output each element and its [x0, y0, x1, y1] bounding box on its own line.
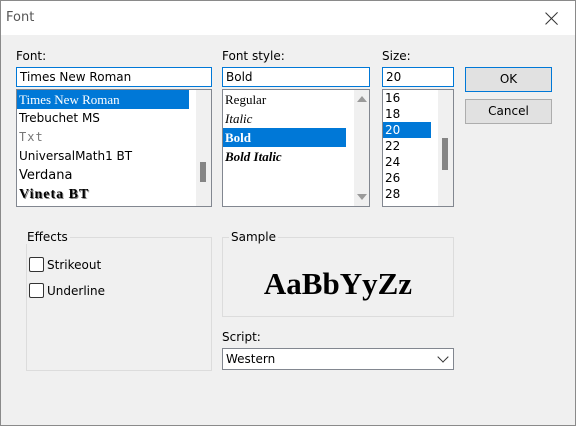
size-list-scrollbar[interactable] — [438, 90, 453, 206]
script-value: Western — [226, 352, 276, 366]
script-label: Script: — [222, 330, 261, 344]
style-list-scrollbar[interactable] — [354, 90, 369, 206]
font-list-item[interactable]: Times New Roman — [17, 90, 189, 109]
style-list-item[interactable]: Italic — [223, 109, 369, 128]
scroll-down-icon[interactable] — [357, 194, 367, 200]
font-style-label: Font style: — [222, 49, 285, 63]
title-bar: Font — [1, 1, 575, 35]
font-list-item[interactable]: Txt — [17, 128, 211, 147]
underline-label[interactable]: Underline — [47, 284, 105, 298]
font-list-item[interactable]: Trebuchet MS — [17, 109, 211, 128]
style-list-item[interactable]: Bold — [223, 128, 346, 147]
underline-checkbox[interactable] — [29, 283, 44, 298]
ok-button[interactable]: OK — [465, 67, 552, 92]
size-input[interactable]: 20 — [382, 67, 454, 87]
font-label: Font: — [16, 49, 47, 63]
font-list-item[interactable]: Vineta BT — [17, 185, 211, 204]
sample-group: AaBbYyZz — [222, 237, 454, 317]
font-style-input[interactable]: Bold — [222, 67, 370, 87]
scroll-up-icon[interactable] — [357, 96, 367, 102]
font-dialog: Font Font: Times New Roman Times New Rom… — [0, 0, 576, 426]
font-list-item[interactable]: Verdana — [17, 166, 211, 185]
cancel-button[interactable]: Cancel — [465, 99, 552, 124]
script-select[interactable]: Western — [222, 348, 454, 370]
font-list[interactable]: Times New Roman Trebuchet MS Txt Univers… — [16, 89, 212, 207]
effects-label: Effects — [25, 230, 70, 244]
sample-label: Sample — [229, 230, 278, 244]
font-list-scrollbar[interactable] — [196, 90, 211, 206]
scroll-thumb[interactable] — [442, 138, 448, 170]
style-list-item[interactable]: Bold Italic — [223, 147, 369, 166]
font-list-item[interactable]: UniversalMath1 BT — [17, 147, 211, 166]
sample-preview: AaBbYyZz — [263, 266, 413, 301]
font-name-input[interactable]: Times New Roman — [16, 67, 212, 87]
strikeout-checkbox[interactable] — [29, 257, 44, 272]
dialog-title: Font — [6, 10, 35, 25]
chevron-down-icon[interactable] — [437, 351, 449, 363]
size-label: Size: — [382, 49, 411, 63]
size-list[interactable]: 16 18 20 22 24 26 28 — [382, 89, 454, 207]
strikeout-label[interactable]: Strikeout — [47, 258, 101, 272]
font-style-list[interactable]: Regular Italic Bold Bold Italic — [222, 89, 370, 207]
style-list-item[interactable]: Regular — [223, 90, 369, 109]
close-icon[interactable] — [539, 8, 565, 30]
scroll-thumb[interactable] — [200, 162, 206, 182]
size-list-item[interactable]: 20 — [383, 122, 431, 138]
